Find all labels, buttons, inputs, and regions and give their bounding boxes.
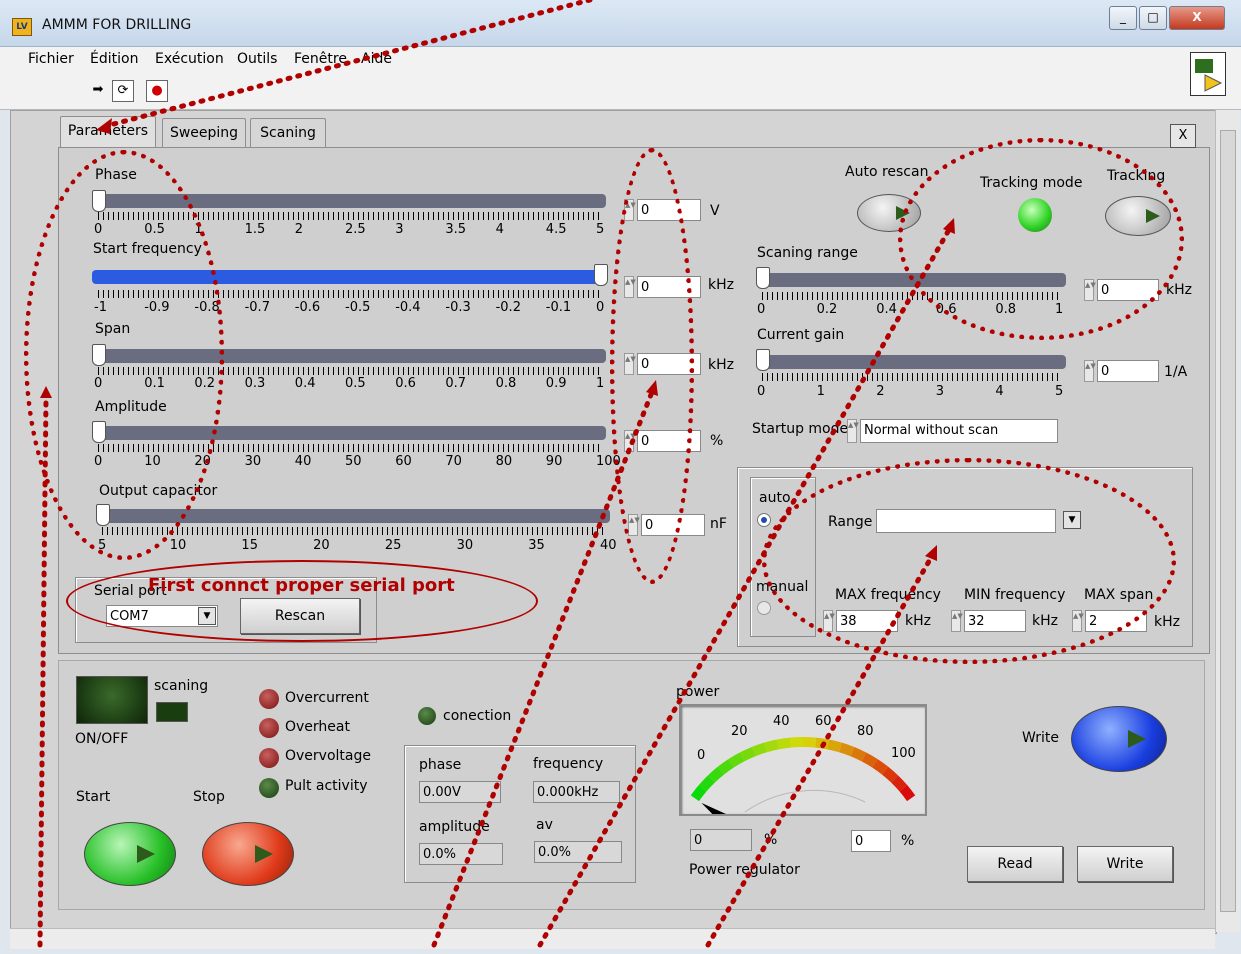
annotation-arrows: [37, 0, 955, 948]
arrow-to-range: [705, 553, 935, 948]
arrowhead-range-icon: [925, 545, 937, 561]
arrowhead-inputs-icon: [646, 380, 658, 396]
arrowhead-sliders-icon: [40, 386, 52, 398]
arrow-to-sliders: [37, 395, 49, 948]
arrow-to-tab: [103, 0, 593, 129]
arrowhead-tab-icon: [96, 118, 112, 134]
arrow-to-inputs: [431, 389, 655, 948]
arrow-to-tracking: [537, 225, 953, 948]
